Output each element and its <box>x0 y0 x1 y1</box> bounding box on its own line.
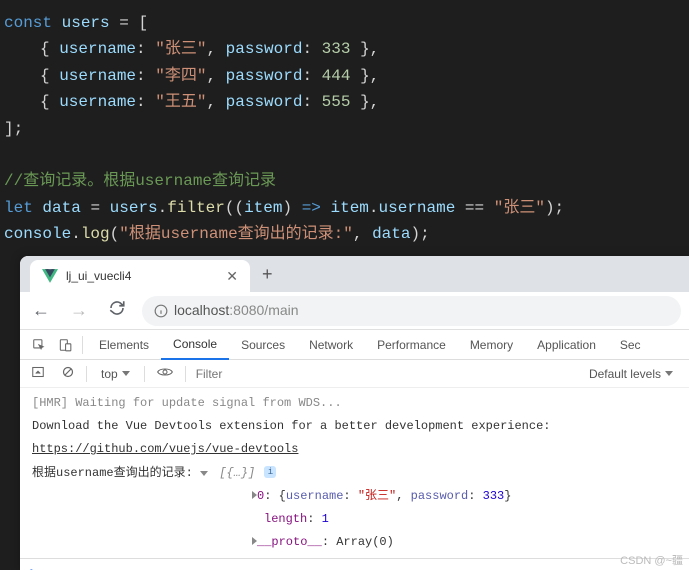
browser-window: lj_ui_vuecli4 ✕ + ← → localhost:8080/mai… <box>20 256 689 570</box>
code-line: console.log("根据username查询出的记录:", data); <box>4 221 685 247</box>
nav-bar: ← → localhost:8080/main <box>20 292 689 330</box>
code-line <box>4 142 685 168</box>
chevron-down-icon <box>665 371 673 376</box>
watermark: CSDN @~疆 <box>620 552 683 568</box>
code-line: ]; <box>4 116 685 142</box>
url-text: localhost:8080/main <box>174 302 299 320</box>
inspect-icon[interactable] <box>26 334 52 356</box>
devtools: Elements Console Sources Network Perform… <box>20 330 689 570</box>
tab-performance[interactable]: Performance <box>365 330 458 360</box>
tab-title: lj_ui_vuecli4 <box>66 269 218 283</box>
levels-selector[interactable]: Default levels <box>589 367 683 381</box>
address-bar[interactable]: localhost:8080/main <box>142 296 681 326</box>
vue-icon <box>42 269 58 283</box>
proto-row[interactable]: __proto__: Array(0) <box>32 531 677 554</box>
code-line: let data = users.filter((item) => item.u… <box>4 195 685 221</box>
info-icon[interactable] <box>154 304 168 318</box>
context-selector[interactable]: top <box>93 367 138 381</box>
code-line: { username: "张三", password: 333 }, <box>4 36 685 62</box>
tab-network[interactable]: Network <box>297 330 365 360</box>
filter-input[interactable] <box>192 365 432 383</box>
devtools-link[interactable]: https://github.com/vuejs/vue-devtools <box>32 442 298 456</box>
collapse-icon <box>200 471 208 476</box>
close-icon[interactable]: ✕ <box>226 268 238 285</box>
tab-console[interactable]: Console <box>161 330 229 360</box>
chevron-down-icon <box>122 371 130 376</box>
reload-button[interactable] <box>104 295 130 326</box>
live-expression-icon[interactable] <box>151 366 179 381</box>
tab-elements[interactable]: Elements <box>87 330 161 360</box>
length-row: length: 1 <box>32 508 677 531</box>
tab-security[interactable]: Sec <box>608 330 653 360</box>
toggle-drawer-icon[interactable] <box>26 364 50 383</box>
new-tab-button[interactable]: + <box>250 264 285 285</box>
code-editor: const users = [ { username: "张三", passwo… <box>0 0 689 258</box>
tab-sources[interactable]: Sources <box>229 330 297 360</box>
console-output: [HMR] Waiting for update signal from WDS… <box>20 388 689 558</box>
tab-bar: lj_ui_vuecli4 ✕ + <box>20 256 689 292</box>
tab-memory[interactable]: Memory <box>458 330 525 360</box>
device-icon[interactable] <box>52 334 78 356</box>
devtools-tabs: Elements Console Sources Network Perform… <box>20 330 689 360</box>
forward-button[interactable]: → <box>66 296 92 325</box>
code-line: { username: "王五", password: 555 }, <box>4 89 685 115</box>
clear-icon[interactable] <box>56 364 80 383</box>
browser-tab[interactable]: lj_ui_vuecli4 ✕ <box>30 260 250 292</box>
code-line: { username: "李四", password: 444 }, <box>4 63 685 89</box>
code-line: //查询记录。根据username查询记录 <box>4 168 685 194</box>
log-line: Download the Vue Devtools extension for … <box>32 415 677 438</box>
log-link-line: https://github.com/vuejs/vue-devtools <box>32 438 677 461</box>
info-badge-icon[interactable]: i <box>264 466 276 478</box>
code-line: const users = [ <box>4 10 685 36</box>
console-prompt[interactable]: > <box>20 558 689 570</box>
log-line: [HMR] Waiting for update signal from WDS… <box>32 392 677 415</box>
back-button[interactable]: ← <box>28 296 54 325</box>
object-row[interactable]: 0: {username: "张三", password: 333} <box>32 485 677 508</box>
console-toolbar: top Default levels <box>20 360 689 388</box>
log-line[interactable]: 根据username查询出的记录: [{…}] i <box>32 462 677 485</box>
tab-application[interactable]: Application <box>525 330 608 360</box>
